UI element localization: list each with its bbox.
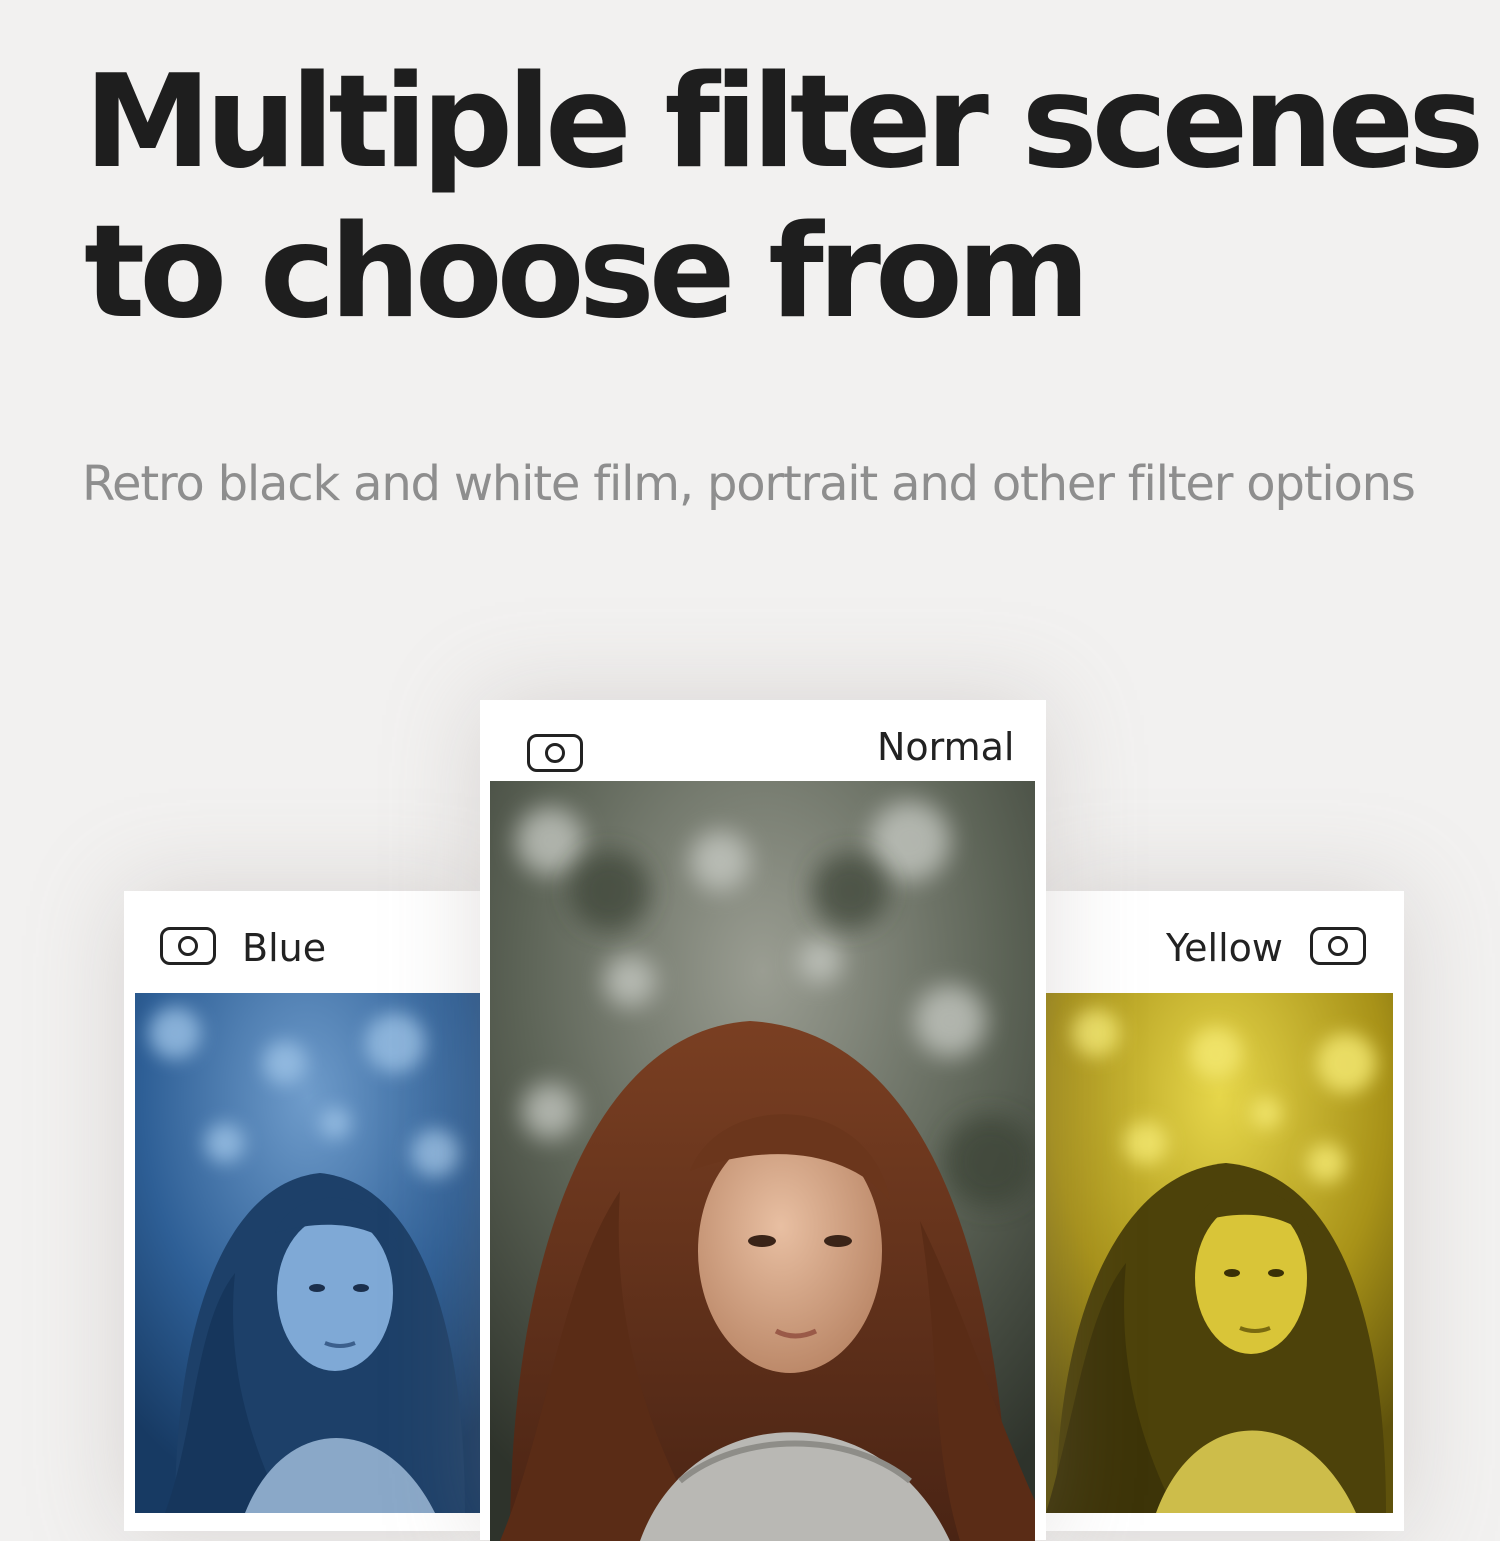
portrait-image-normal xyxy=(490,781,1035,1541)
filter-preview-blue xyxy=(135,993,480,1513)
filter-label-blue: Blue xyxy=(242,926,327,970)
filter-card-yellow[interactable]: Yellow xyxy=(1046,891,1404,1531)
filter-card-blue[interactable]: Blue xyxy=(124,891,480,1531)
headline-line-1: Multiple filter scenes xyxy=(84,48,1484,197)
filter-preview-normal xyxy=(490,781,1035,1541)
camera-icon xyxy=(160,927,216,965)
filter-label-normal: Normal xyxy=(877,725,1015,769)
subtitle: Retro black and white film, portrait and… xyxy=(82,456,1416,512)
headline: Multiple filter scenes to choose from xyxy=(84,48,1484,348)
headline-line-2: to choose from xyxy=(84,198,1090,347)
camera-icon xyxy=(527,734,583,772)
filter-label-yellow: Yellow xyxy=(1166,926,1283,970)
portrait-image-blue xyxy=(135,993,480,1513)
camera-icon xyxy=(1310,927,1366,965)
filter-card-normal[interactable]: Normal xyxy=(480,700,1046,1541)
portrait-image-yellow xyxy=(1046,993,1393,1513)
filter-preview-yellow xyxy=(1046,993,1393,1513)
